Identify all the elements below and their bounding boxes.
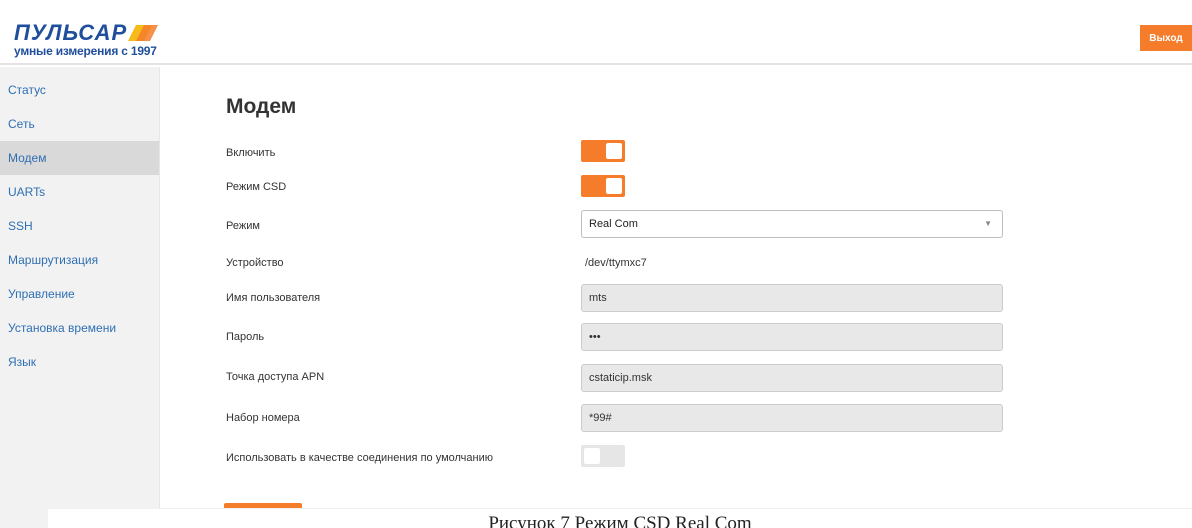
figure-caption-box: Рисунок 7 Режим CSD Real Com <box>48 508 1192 528</box>
csd-mode-label: Режим CSD <box>226 181 287 193</box>
toggle-knob <box>584 448 600 464</box>
username-field[interactable] <box>581 284 1003 312</box>
username-label: Имя пользователя <box>226 292 321 304</box>
apn-field[interactable] <box>581 364 1003 392</box>
page-title: Модем <box>226 95 297 118</box>
sidebar-nav: Статус Сеть Модем UARTs SSH Маршрутизаци… <box>0 67 159 379</box>
mode-label: Режим <box>226 220 260 232</box>
sidebar-item-management[interactable]: Управление <box>0 277 159 311</box>
top-header: ПУЛЬСАР умные измерения с 1997 Выход <box>0 13 1192 65</box>
dial-number-label: Набор номера <box>226 412 300 424</box>
sidebar: Статус Сеть Модем UARTs SSH Маршрутизаци… <box>0 67 160 528</box>
sidebar-item-network[interactable]: Сеть <box>0 107 159 141</box>
password-label: Пароль <box>226 331 265 343</box>
default-connection-toggle[interactable] <box>581 445 625 467</box>
sidebar-item-routing[interactable]: Маршрутизация <box>0 243 159 277</box>
main-content: Модем Включить Режим CSD Режим Real Com … <box>160 67 1192 528</box>
sidebar-item-status[interactable]: Статус <box>0 73 159 107</box>
device-label: Устройство <box>226 257 284 269</box>
sidebar-item-ssh[interactable]: SSH <box>0 209 159 243</box>
password-field[interactable]: ••• <box>581 323 1003 351</box>
logo-icon: ПУЛЬСАР <box>14 21 158 45</box>
logout-button[interactable]: Выход <box>1140 25 1192 51</box>
svg-text:ПУЛЬСАР: ПУЛЬСАР <box>14 21 127 45</box>
logo-tagline: умные измерения с 1997 <box>14 44 157 58</box>
sidebar-item-time-setup[interactable]: Установка времени <box>0 311 159 345</box>
csd-mode-toggle[interactable] <box>581 175 625 197</box>
device-value: /dev/ttymxc7 <box>585 257 647 269</box>
sidebar-item-modem[interactable]: Модем <box>0 141 159 175</box>
apn-label: Точка доступа APN <box>226 371 325 383</box>
chevron-down-icon: ▼ <box>984 219 992 228</box>
sidebar-item-language[interactable]: Язык <box>0 345 159 379</box>
figure-caption: Рисунок 7 Режим CSD Real Com <box>488 513 752 528</box>
sidebar-item-uarts[interactable]: UARTs <box>0 175 159 209</box>
enable-toggle[interactable] <box>581 140 625 162</box>
default-connection-label: Использовать в качестве соединения по ум… <box>226 452 494 464</box>
mode-select[interactable]: Real Com ▼ <box>581 210 1003 238</box>
dial-number-field[interactable] <box>581 404 1003 432</box>
toggle-knob <box>606 178 622 194</box>
toggle-knob <box>606 143 622 159</box>
pulsar-logo: ПУЛЬСАР умные измерения с 1997 <box>12 21 162 61</box>
enable-label: Включить <box>226 147 276 159</box>
mode-select-value: Real Com <box>589 218 638 230</box>
